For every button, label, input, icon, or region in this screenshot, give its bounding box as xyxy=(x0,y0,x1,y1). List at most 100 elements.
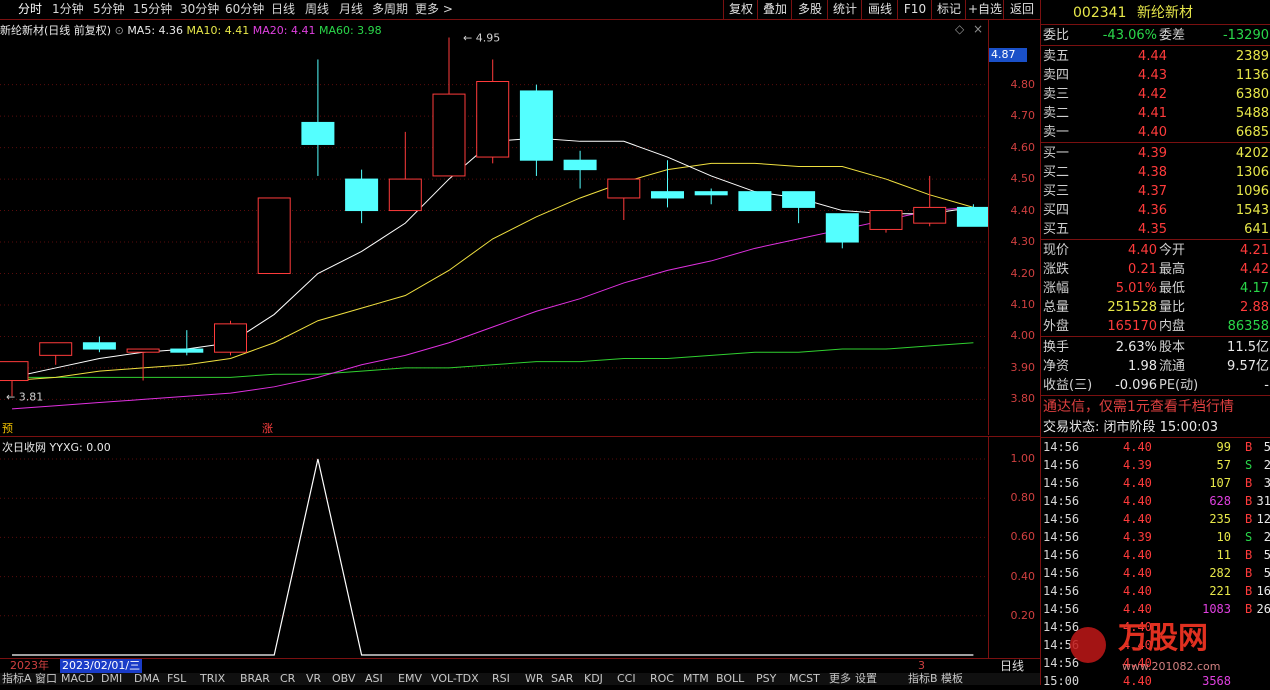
indicator-tab[interactable]: 窗口 xyxy=(35,673,57,685)
indicator-tab[interactable]: 设置 xyxy=(855,673,877,685)
indicator-value: YYXG: 0.00 xyxy=(49,441,111,454)
period-tab-monthly[interactable]: 月线 xyxy=(339,1,363,18)
draw-line-button[interactable]: 画线 xyxy=(861,0,898,19)
kline-chart[interactable]: ← 4.95 ← 3.81 预 涨 xyxy=(0,20,990,435)
order-label: 买二 xyxy=(1043,165,1070,180)
fuquan-button[interactable]: 复权 xyxy=(723,0,758,19)
indicator-tab[interactable]: CR xyxy=(280,673,295,685)
period-tab-1min[interactable]: 1分钟 xyxy=(52,1,84,18)
order-price: 4.44 xyxy=(1138,49,1167,64)
stats-row: 现价 4.40 今开 4.21 xyxy=(1041,241,1270,260)
ma60-label: MA60: 3.98 xyxy=(318,24,382,37)
order-price: 4.39 xyxy=(1138,146,1167,161)
tick-side: S xyxy=(1245,458,1253,472)
mark-button[interactable]: 标记 xyxy=(931,0,966,19)
stat-value: 4.17 xyxy=(1240,281,1269,296)
indicator-tab[interactable]: ROC xyxy=(650,673,674,685)
add-favorite-button[interactable]: +自选 xyxy=(965,0,1004,19)
indicator-tab[interactable]: WR xyxy=(525,673,544,685)
indicator-tab[interactable]: DMI xyxy=(101,673,122,685)
stat-value: -0.096 xyxy=(1115,378,1157,393)
tick-side: B xyxy=(1245,566,1253,580)
indicator-tab[interactable]: BRAR xyxy=(240,673,270,685)
indicator-tab[interactable]: 模板 xyxy=(941,673,963,685)
indicator-chart[interactable]: 次日收网 YYXG: 0.00 xyxy=(0,436,988,659)
candle-body xyxy=(869,210,903,230)
tick-time: 14:56 xyxy=(1043,584,1080,598)
order-book-row: 卖五 4.44 2389 xyxy=(1041,47,1270,66)
f10-button[interactable]: F10 xyxy=(897,0,932,19)
weicha-label: 委差 xyxy=(1159,28,1186,43)
indicator-tab[interactable]: MCST xyxy=(789,673,820,685)
candle-body xyxy=(301,121,335,145)
back-button[interactable]: 返回 xyxy=(1003,0,1040,19)
indicator-tab[interactable]: MACD xyxy=(61,673,94,685)
indicator-tab[interactable]: CCI xyxy=(617,673,636,685)
order-book-row: 买三 4.37 1096 xyxy=(1041,182,1270,201)
indicator-tab[interactable]: SAR xyxy=(551,673,573,685)
watermark-logo: 万股网 www.201082.com xyxy=(1060,612,1270,678)
overlay-button[interactable]: 叠加 xyxy=(757,0,792,19)
promo-link[interactable]: 通达信，仅需1元查看千档行情 xyxy=(1041,398,1270,417)
indicator-tab[interactable]: BOLL xyxy=(716,673,744,685)
period-label[interactable]: 日线 xyxy=(1000,659,1024,673)
period-tab-fenshi[interactable]: 分时 xyxy=(18,1,42,18)
indicator-tab[interactable]: MTM xyxy=(683,673,709,685)
stat-value: - xyxy=(1264,378,1269,393)
indicator-tab[interactable]: EMV xyxy=(398,673,422,685)
period-tab-30min[interactable]: 30分钟 xyxy=(180,1,219,18)
indicator-tab[interactable]: RSI xyxy=(492,673,510,685)
period-tab-multi[interactable]: 多周期 xyxy=(372,1,408,18)
indicator-tab[interactable]: TRIX xyxy=(200,673,225,685)
multi-stock-button[interactable]: 多股 xyxy=(791,0,828,19)
period-tab-5min[interactable]: 5分钟 xyxy=(93,1,125,18)
period-tab-15min[interactable]: 15分钟 xyxy=(133,1,172,18)
tick-time: 14:56 xyxy=(1043,494,1080,508)
period-tab-60min[interactable]: 60分钟 xyxy=(225,1,264,18)
period-tab-more[interactable]: 更多 > xyxy=(415,1,453,18)
indicator-tab[interactable]: ASI xyxy=(365,673,383,685)
candle-body xyxy=(782,191,816,208)
indicator-tab[interactable]: 指标B xyxy=(908,673,938,685)
order-price: 4.38 xyxy=(1138,165,1167,180)
order-volume: 2389 xyxy=(1235,49,1269,64)
tick-volume: 11 xyxy=(1216,548,1231,562)
stat-label: 流通 xyxy=(1159,359,1186,374)
stock-code: 002341 xyxy=(1073,5,1127,21)
indicator-tab[interactable]: PSY xyxy=(756,673,776,685)
current-price-marker: 4.87 xyxy=(989,48,1027,62)
tick-time: 14:56 xyxy=(1043,548,1080,562)
indicator-tab[interactable]: 更多 xyxy=(829,673,851,685)
indicator-tab[interactable]: 指标A xyxy=(2,673,32,685)
candle-body xyxy=(388,178,422,212)
indicator-tab[interactable]: KDJ xyxy=(584,673,603,685)
weicha-value: -13290 xyxy=(1222,28,1269,43)
indicator-tab[interactable]: DMA xyxy=(134,673,160,685)
statistics-button[interactable]: 统计 xyxy=(827,0,862,19)
indicator-tab[interactable]: OBV xyxy=(332,673,355,685)
period-tab-weekly[interactable]: 周线 xyxy=(305,1,329,18)
chart-header: 新纶新材(日线 前复权) ⊙ MA5: 4.36 MA10: 4.41 MA20… xyxy=(0,22,382,38)
tick-volume: 99 xyxy=(1216,440,1231,454)
watermark-url: www.201082.com xyxy=(1122,660,1220,673)
stat-label: 现价 xyxy=(1043,243,1070,258)
indicator-svg xyxy=(0,458,988,656)
candle-body xyxy=(738,191,772,212)
tick-row: 14:56 4.40 221 B 16 xyxy=(1041,582,1270,600)
stat-value: 11.5亿 xyxy=(1227,340,1269,355)
circle-icon[interactable]: ⊙ xyxy=(115,24,124,37)
price-tick: 4.80 xyxy=(1010,77,1036,91)
tick-side: B xyxy=(1245,512,1253,526)
indicator-tab[interactable]: VR xyxy=(306,673,321,685)
rise-marker: 涨 xyxy=(262,422,273,435)
close-icon[interactable]: × xyxy=(973,22,983,36)
tick-row: 14:56 4.40 628 B 31 xyxy=(1041,492,1270,510)
diamond-icon[interactable]: ◇ xyxy=(955,22,964,36)
indicator-tab[interactable]: VOL-TDX xyxy=(431,673,479,685)
stat-label: 最低 xyxy=(1159,281,1186,296)
indicator-tab[interactable]: FSL xyxy=(167,673,186,685)
period-tab-daily[interactable]: 日线 xyxy=(271,1,295,18)
candle-body xyxy=(82,342,116,350)
forecast-marker: 预 xyxy=(2,422,13,435)
order-price: 4.37 xyxy=(1138,184,1167,199)
